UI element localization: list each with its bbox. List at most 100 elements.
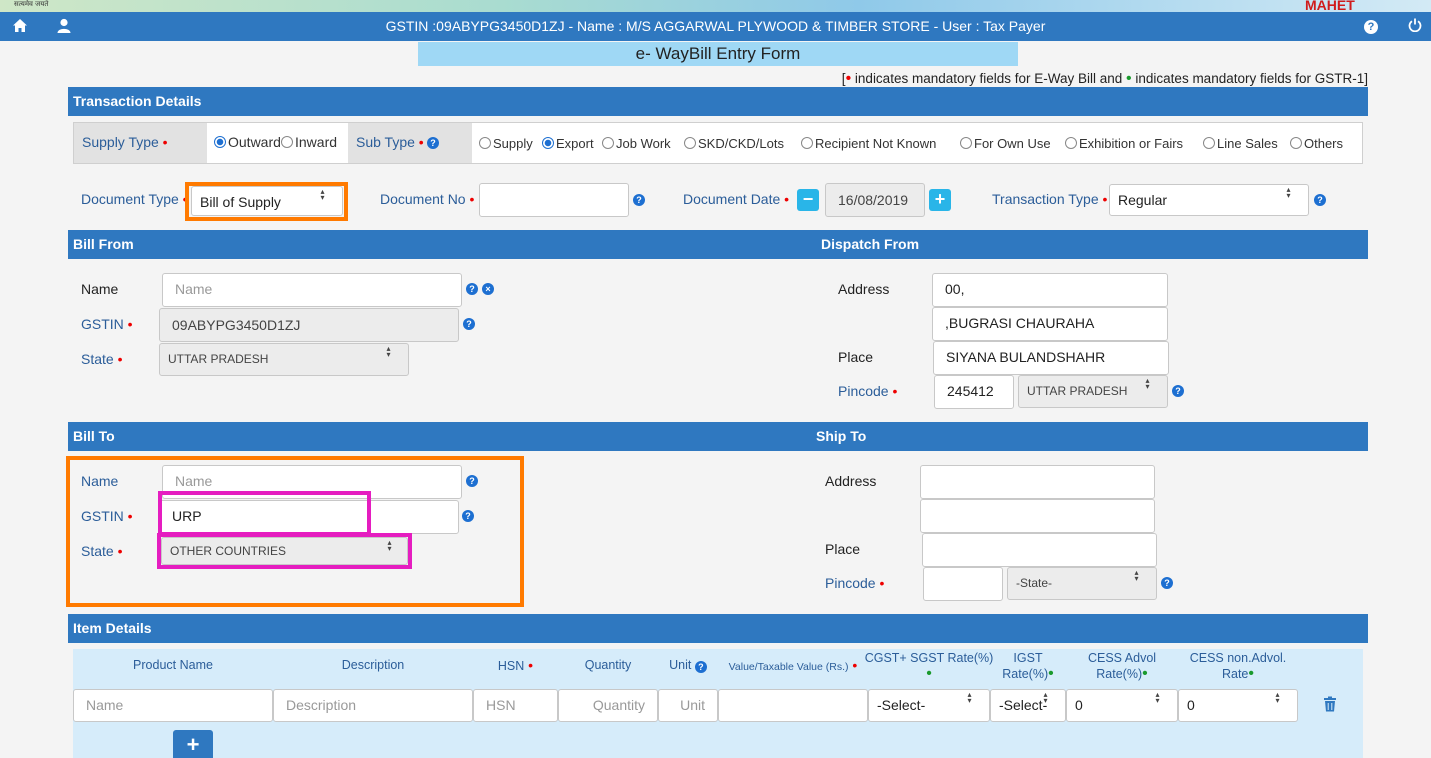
legend-red-text: indicates mandatory fields for E-Way Bil… xyxy=(851,71,1127,86)
dispatch-state-select[interactable]: UTTAR PRADESH xyxy=(1018,375,1168,408)
dispatch-address-line2-input[interactable]: ,BUGRASI CHAURAHA xyxy=(932,307,1168,341)
sub-type-label: Sub Type • xyxy=(356,134,424,150)
col-cgst-sgst: CGST+ SGST Rate(%) • xyxy=(864,651,994,682)
brand-logo-text: MAHET xyxy=(1305,0,1355,10)
col-unit: Unit ? xyxy=(658,657,718,673)
dispatch-place-label: Place xyxy=(838,349,874,365)
ship-to-pincode-help-icon[interactable]: ? xyxy=(1161,577,1173,589)
form-title: e- WayBill Entry Form xyxy=(418,42,1018,66)
dispatch-address-line1-input[interactable]: 00, xyxy=(932,273,1168,307)
col-taxable-value: Value/Taxable Value (Rs.) • xyxy=(728,657,858,673)
transaction-type-help-icon[interactable]: ? xyxy=(1314,194,1326,206)
bill-to-name-help-icon[interactable]: ? xyxy=(466,475,478,487)
date-decrement-button[interactable]: − xyxy=(797,189,819,211)
ship-to-header: Ship To xyxy=(811,422,1368,451)
date-increment-button[interactable]: + xyxy=(929,189,951,211)
bill-from-header: Bill From xyxy=(68,230,818,259)
document-no-input[interactable] xyxy=(479,183,629,217)
ship-to-pincode-label: Pincode • xyxy=(825,575,885,591)
radio-outward[interactable]: Outward xyxy=(214,134,281,150)
dispatch-address-label: Address xyxy=(838,281,890,297)
item-hsn-input[interactable]: HSN xyxy=(473,689,558,722)
mandatory-legend: [• indicates mandatory fields for E-Way … xyxy=(842,70,1368,88)
sub-type-help-icon[interactable]: ? xyxy=(427,137,439,149)
bill-from-name-input[interactable]: Name xyxy=(162,273,462,307)
bill-to-state-label: State • xyxy=(81,543,123,559)
radio-icon[interactable] xyxy=(214,136,226,148)
ship-to-state-select[interactable]: -State- xyxy=(1007,567,1157,600)
radio-for-own-use[interactable]: For Own Use xyxy=(960,135,1051,151)
bill-to-state-select[interactable]: OTHER COUNTRIES xyxy=(161,537,408,565)
transaction-type-label: Transaction Type • xyxy=(992,191,1108,207)
item-details-header: Item Details xyxy=(68,614,1368,643)
radio-recipient-not-known[interactable]: Recipient Not Known xyxy=(801,135,936,151)
ship-to-address-label: Address xyxy=(825,473,877,489)
radio-exhibition-or-fairs[interactable]: Exhibition or Fairs xyxy=(1065,135,1183,151)
radio-job-work[interactable]: Job Work xyxy=(602,135,671,151)
col-hsn: HSN • xyxy=(497,657,534,673)
radio-inward[interactable]: Inward xyxy=(281,134,337,150)
radio-supply[interactable]: Supply xyxy=(479,135,533,151)
bill-to-gstin-label: GSTIN • xyxy=(81,508,133,524)
col-cess-non-advol: CESS non.Advol. Rate• xyxy=(1189,651,1287,682)
ship-to-address-line1-input[interactable] xyxy=(920,465,1155,499)
dispatch-from-header: Dispatch From xyxy=(816,230,1368,259)
power-icon[interactable] xyxy=(1406,18,1424,36)
item-taxable-value-input[interactable] xyxy=(718,689,868,722)
document-no-help-icon[interactable]: ? xyxy=(633,194,645,206)
dispatch-pincode-input[interactable]: 245412 xyxy=(934,375,1014,409)
col-cess-advol: CESS Advol Rate(%)• xyxy=(1087,651,1157,682)
dispatch-pincode-help-icon[interactable]: ? xyxy=(1172,385,1184,397)
ship-to-pincode-input[interactable] xyxy=(923,567,1003,601)
bill-from-gstin-label: GSTIN • xyxy=(81,316,133,332)
bill-to-header: Bill To xyxy=(68,422,818,451)
unit-help-icon[interactable]: ? xyxy=(694,661,707,673)
bill-to-gstin-value: URP xyxy=(172,508,202,524)
ship-to-place-input[interactable] xyxy=(922,533,1157,567)
col-quantity: Quantity xyxy=(584,658,632,672)
bill-from-state-label: State • xyxy=(81,351,123,367)
item-description-input[interactable]: Description xyxy=(273,689,473,722)
dispatch-place-input[interactable]: SIYANA BULANDSHAHR xyxy=(933,341,1169,375)
ship-to-place-label: Place xyxy=(825,541,861,557)
transaction-type-select[interactable]: Regular xyxy=(1109,184,1309,216)
radio-icon[interactable] xyxy=(281,136,293,148)
ship-to-address-line2-input[interactable] xyxy=(920,499,1155,533)
document-type-select[interactable]: Bill of Supply xyxy=(191,186,343,216)
bill-to-name-label: Name xyxy=(81,473,119,489)
item-cess-advol-select[interactable]: 0 xyxy=(1066,689,1178,722)
bill-to-gstin-help-icon[interactable]: ? xyxy=(462,510,474,522)
document-date-input[interactable]: 16/08/2019 xyxy=(825,183,925,217)
item-cgst-sgst-select[interactable]: -Select- xyxy=(868,689,990,722)
document-date-label: Document Date • xyxy=(683,191,790,207)
radio-others[interactable]: Others xyxy=(1290,135,1343,151)
supply-type-panel: Supply Type • Outward Inward Sub Type • … xyxy=(73,122,1363,164)
bill-from-name-help-icon[interactable]: ? xyxy=(466,283,478,295)
bill-from-name-label: Name xyxy=(81,281,119,297)
item-quantity-input[interactable]: Quantity xyxy=(558,689,658,722)
bill-from-name-clear-icon[interactable]: × xyxy=(482,283,494,295)
col-igst: IGST Rate(%)• xyxy=(1002,651,1054,682)
transaction-details-header: Transaction Details xyxy=(68,87,1368,116)
document-type-label: Document Type • xyxy=(81,191,188,207)
header-title: GSTIN :09ABYPG3450D1ZJ - Name : M/S AGGA… xyxy=(385,18,1046,34)
trash-icon[interactable] xyxy=(1323,696,1337,715)
radio-skd-ckd-lots[interactable]: SKD/CKD/Lots xyxy=(684,135,784,151)
item-igst-select[interactable]: -Select- xyxy=(990,689,1066,722)
banner-text: सत्यमेव जयते xyxy=(14,0,49,8)
radio-line-sales[interactable]: Line Sales xyxy=(1203,135,1278,151)
radio-export[interactable]: Export xyxy=(542,135,594,151)
help-icon[interactable]: ? xyxy=(1364,20,1382,38)
bill-from-gstin-help-icon[interactable]: ? xyxy=(463,318,475,330)
item-cess-non-advol-select[interactable]: 0 xyxy=(1178,689,1298,722)
col-product-name: Product Name xyxy=(133,658,213,672)
item-product-name-input[interactable]: Name xyxy=(73,689,273,722)
col-description: Description xyxy=(341,658,405,672)
top-bar: GSTIN :09ABYPG3450D1ZJ - Name : M/S AGGA… xyxy=(0,12,1431,41)
item-unit-input[interactable]: Unit xyxy=(658,689,718,722)
top-banner xyxy=(0,0,1431,12)
legend-green-text: indicates mandatory fields for GSTR-1] xyxy=(1131,71,1368,86)
add-item-button[interactable]: + xyxy=(173,730,213,758)
bill-from-gstin-input[interactable]: 09ABYPG3450D1ZJ xyxy=(159,308,459,342)
bill-from-state-select[interactable]: UTTAR PRADESH xyxy=(159,343,409,376)
